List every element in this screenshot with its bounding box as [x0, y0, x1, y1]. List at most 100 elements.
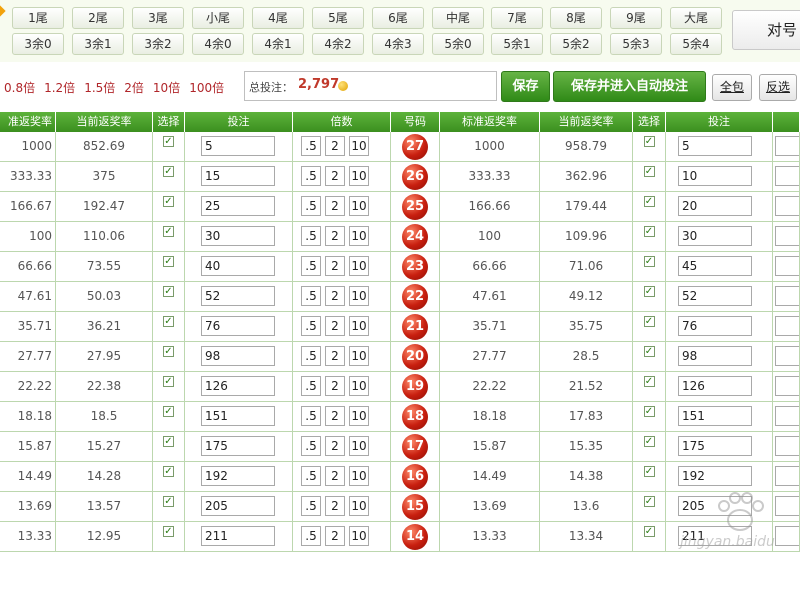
quick-button-2-10[interactable]: 5余2 [550, 33, 602, 55]
multiplier-button[interactable]: 2 [325, 436, 345, 456]
multiplier-button[interactable]: 10 [349, 166, 369, 186]
quick-button-1-12[interactable]: 大尾 [670, 7, 722, 29]
select-checkbox[interactable]: ✓ [643, 286, 655, 297]
multiplier-button[interactable]: .5 [301, 526, 321, 546]
bet-input[interactable]: 126 [678, 376, 752, 396]
quick-button-1-3[interactable]: 3尾 [132, 7, 184, 29]
invert-selection-button[interactable]: 反选 [759, 74, 797, 101]
quick-button-2-2[interactable]: 3余1 [72, 33, 124, 55]
bet-input[interactable]: 76 [678, 316, 752, 336]
partial-input[interactable] [775, 436, 799, 456]
multiplier-button[interactable]: 2 [325, 346, 345, 366]
multiplier-button[interactable]: .5 [301, 226, 321, 246]
multiplier-button[interactable]: .5 [301, 346, 321, 366]
select-checkbox[interactable]: ✓ [643, 406, 655, 417]
multiplier-button[interactable]: .5 [301, 136, 321, 156]
multiplier-link-3[interactable]: 1.5倍 [84, 81, 115, 95]
partial-input[interactable] [775, 376, 799, 396]
select-checkbox[interactable]: ✓ [163, 166, 174, 177]
multiplier-link-6[interactable]: 100倍 [189, 81, 224, 95]
quick-button-1-9[interactable]: 7尾 [491, 7, 543, 29]
multiplier-button[interactable]: 2 [325, 496, 345, 516]
bet-input[interactable]: 30 [678, 226, 752, 246]
quick-button-1-2[interactable]: 2尾 [72, 7, 124, 29]
bet-input[interactable]: 5 [678, 136, 752, 156]
multiplier-button[interactable]: .5 [301, 496, 321, 516]
partial-input[interactable] [775, 196, 799, 216]
multiplier-button[interactable]: 2 [325, 376, 345, 396]
bet-input[interactable]: 52 [678, 286, 752, 306]
partial-input[interactable] [775, 286, 799, 306]
select-checkbox[interactable]: ✓ [643, 166, 655, 177]
bet-input[interactable]: 175 [201, 436, 275, 456]
select-checkbox[interactable]: ✓ [163, 376, 174, 387]
bet-input[interactable]: 52 [201, 286, 275, 306]
select-checkbox[interactable]: ✓ [163, 466, 174, 477]
multiplier-button[interactable]: 2 [325, 526, 345, 546]
multiplier-button[interactable]: .5 [301, 166, 321, 186]
bet-input[interactable]: 5 [201, 136, 275, 156]
partial-input[interactable] [775, 136, 799, 156]
quick-button-1-10[interactable]: 8尾 [550, 7, 602, 29]
bet-input[interactable]: 98 [678, 346, 752, 366]
bet-input[interactable]: 192 [678, 466, 752, 486]
quick-button-2-6[interactable]: 4余2 [312, 33, 364, 55]
multiplier-button[interactable]: .5 [301, 376, 321, 396]
bet-input[interactable]: 151 [678, 406, 752, 426]
multiplier-button[interactable]: .5 [301, 256, 321, 276]
partial-input[interactable] [775, 226, 799, 246]
multiplier-button[interactable]: .5 [301, 196, 321, 216]
quick-button-1-8[interactable]: 中尾 [432, 7, 484, 29]
select-checkbox[interactable]: ✓ [643, 226, 655, 237]
multiplier-link-5[interactable]: 10倍 [153, 81, 180, 95]
select-checkbox[interactable]: ✓ [643, 316, 655, 327]
select-checkbox[interactable]: ✓ [163, 496, 174, 507]
partial-input[interactable] [775, 256, 799, 276]
quick-button-1-1[interactable]: 1尾 [12, 7, 64, 29]
select-checkbox[interactable]: ✓ [163, 526, 174, 537]
quick-button-2-3[interactable]: 3余2 [132, 33, 184, 55]
select-checkbox[interactable]: ✓ [643, 376, 655, 387]
multiplier-button[interactable]: 10 [349, 376, 369, 396]
quick-button-2-12[interactable]: 5余4 [670, 33, 722, 55]
select-checkbox[interactable]: ✓ [163, 196, 174, 207]
select-checkbox[interactable]: ✓ [643, 496, 655, 507]
select-checkbox[interactable]: ✓ [643, 436, 655, 447]
multiplier-button[interactable]: 10 [349, 406, 369, 426]
select-checkbox[interactable]: ✓ [163, 346, 174, 357]
bet-input[interactable]: 20 [678, 196, 752, 216]
bet-input[interactable]: 126 [201, 376, 275, 396]
bet-input[interactable]: 211 [201, 526, 275, 546]
select-checkbox[interactable]: ✓ [163, 256, 174, 267]
quick-button-2-8[interactable]: 5余0 [432, 33, 484, 55]
multiplier-button[interactable]: .5 [301, 286, 321, 306]
partial-input[interactable] [775, 166, 799, 186]
quick-button-2-7[interactable]: 4余3 [372, 33, 424, 55]
multiplier-button[interactable]: 10 [349, 466, 369, 486]
select-checkbox[interactable]: ✓ [643, 256, 655, 267]
multiplier-button[interactable]: 2 [325, 196, 345, 216]
select-checkbox[interactable]: ✓ [163, 316, 174, 327]
quick-button-1-6[interactable]: 5尾 [312, 7, 364, 29]
bet-input[interactable]: 15 [201, 166, 275, 186]
multiplier-button[interactable]: .5 [301, 316, 321, 336]
multiplier-button[interactable]: 2 [325, 256, 345, 276]
multiplier-button[interactable]: 2 [325, 466, 345, 486]
multiplier-button[interactable]: 10 [349, 316, 369, 336]
multiplier-button[interactable]: 2 [325, 406, 345, 426]
multiplier-button[interactable]: .5 [301, 436, 321, 456]
bet-input[interactable]: 25 [201, 196, 275, 216]
bet-input[interactable]: 175 [678, 436, 752, 456]
multiplier-button[interactable]: 2 [325, 136, 345, 156]
select-checkbox[interactable]: ✓ [163, 226, 174, 237]
select-all-button[interactable]: 全包 [712, 74, 752, 101]
select-checkbox[interactable]: ✓ [163, 136, 174, 147]
partial-input[interactable] [775, 406, 799, 426]
select-checkbox[interactable]: ✓ [163, 406, 174, 417]
quick-button-1-5[interactable]: 4尾 [252, 7, 304, 29]
quick-button-2-11[interactable]: 5余3 [610, 33, 662, 55]
multiplier-button[interactable]: .5 [301, 466, 321, 486]
multiplier-button[interactable]: 2 [325, 166, 345, 186]
quick-button-2-1[interactable]: 3余0 [12, 33, 64, 55]
quick-button-2-4[interactable]: 4余0 [192, 33, 244, 55]
